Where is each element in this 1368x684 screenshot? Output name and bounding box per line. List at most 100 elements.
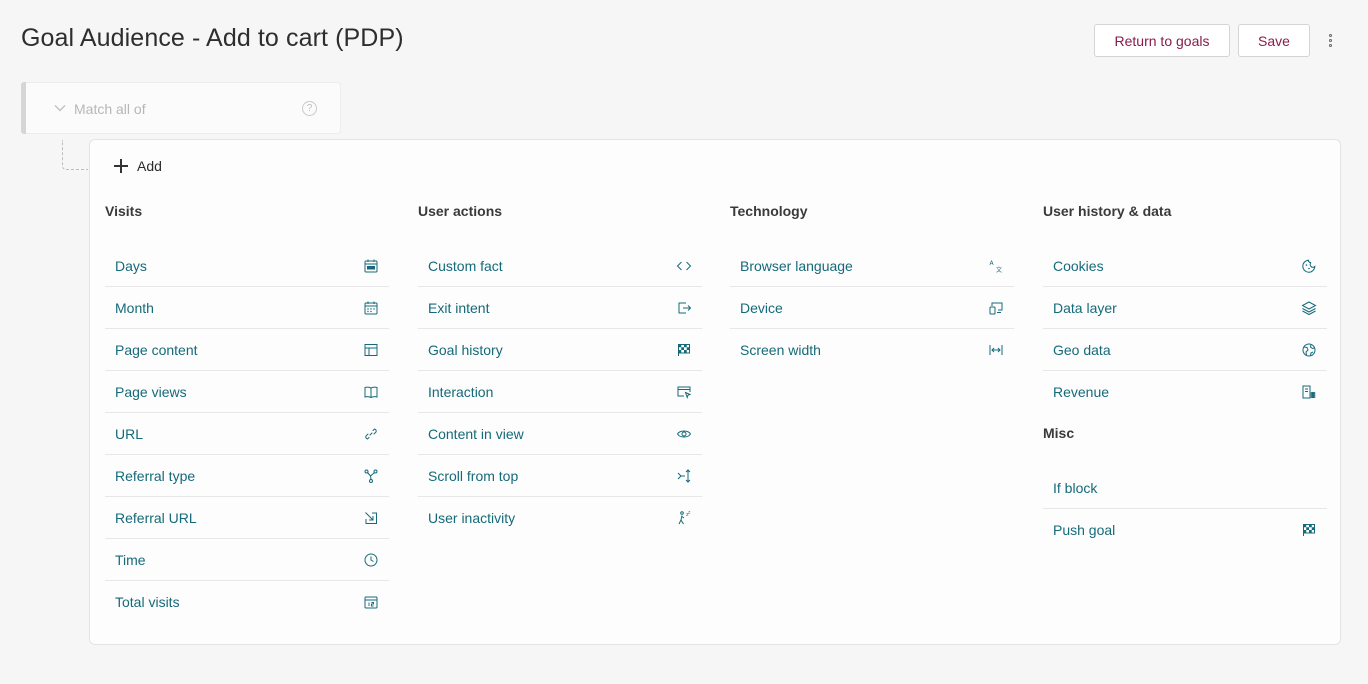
add-button[interactable]: Add xyxy=(114,158,162,174)
condition-item-total-visits[interactable]: Total visits xyxy=(105,581,389,623)
arrow-in-icon xyxy=(363,510,379,526)
condition-item-user-inactivity[interactable]: User inactivity zz xyxy=(418,497,702,539)
layers-icon xyxy=(1301,300,1317,316)
item-label: Browser language xyxy=(740,257,853,274)
condition-item-exit-intent[interactable]: Exit intent xyxy=(418,287,702,329)
cookie-icon xyxy=(1301,258,1317,274)
item-label: Content in view xyxy=(428,425,524,442)
item-label: Total visits xyxy=(115,594,180,610)
column-visits: Visits Days Month Page content Page view… xyxy=(105,203,389,623)
devices-icon xyxy=(988,300,1004,316)
item-label: Month xyxy=(115,299,154,316)
item-label: Data layer xyxy=(1053,299,1117,316)
more-options-icon[interactable] xyxy=(1322,24,1338,57)
inactivity-icon: zz xyxy=(676,510,692,526)
condition-item-days[interactable]: Days xyxy=(105,245,389,287)
header-actions: Return to goals Save xyxy=(1094,24,1338,57)
chevron-down-icon[interactable] xyxy=(53,101,67,115)
calendar-icon xyxy=(363,300,379,316)
condition-item-scroll-from-top[interactable]: Scroll from top xyxy=(418,455,702,497)
revenue-icon xyxy=(1301,384,1317,400)
item-label: Revenue xyxy=(1053,384,1110,400)
add-label: Add xyxy=(137,158,162,174)
width-icon xyxy=(988,342,1004,358)
condition-item-push-goal[interactable]: Push goal xyxy=(1043,509,1327,551)
condition-item-referral-type[interactable]: Referral type xyxy=(105,455,389,497)
svg-text:文: 文 xyxy=(996,266,1002,274)
condition-item-page-content[interactable]: Page content xyxy=(105,329,389,371)
item-label: Scroll from top xyxy=(428,467,519,484)
item-label: Days xyxy=(115,257,147,274)
item-label: Goal history xyxy=(428,341,503,358)
layout-icon xyxy=(363,342,379,358)
condition-item-goal-history[interactable]: Goal history xyxy=(418,329,702,371)
cursor-window-icon xyxy=(676,384,692,400)
item-label: Custom fact xyxy=(428,257,503,274)
code-icon xyxy=(676,258,692,274)
condition-item-cookies[interactable]: Cookies xyxy=(1043,245,1327,287)
item-label: Geo data xyxy=(1053,341,1111,358)
match-box[interactable]: Match all of ? xyxy=(26,82,341,134)
scroll-icon xyxy=(676,468,692,484)
network-icon xyxy=(363,468,379,484)
flag-icon xyxy=(676,342,692,358)
calendar-day-icon xyxy=(363,258,379,274)
item-label: Exit intent xyxy=(428,299,490,316)
item-label: Referral URL xyxy=(115,509,197,526)
globe-icon xyxy=(1301,342,1317,358)
book-icon xyxy=(363,384,379,400)
link-icon xyxy=(363,426,379,442)
help-icon[interactable]: ? xyxy=(302,101,317,116)
item-label: Cookies xyxy=(1053,257,1104,274)
column-title: User history & data xyxy=(1043,203,1172,219)
translate-icon: A文 xyxy=(988,258,1004,274)
column-title: Technology xyxy=(730,203,808,219)
page-title: Goal Audience - Add to cart (PDP) xyxy=(21,24,404,52)
clock-icon xyxy=(363,552,379,568)
condition-item-month[interactable]: Month xyxy=(105,287,389,329)
condition-item-interaction[interactable]: Interaction xyxy=(418,371,702,413)
exit-icon xyxy=(676,300,692,316)
item-label: User inactivity xyxy=(428,510,516,526)
condition-item-custom-fact[interactable]: Custom fact xyxy=(418,245,702,287)
item-label: Page content xyxy=(115,341,198,358)
condition-item-geo-data[interactable]: Geo data xyxy=(1043,329,1327,371)
condition-item-referral-url[interactable]: Referral URL xyxy=(105,497,389,539)
column-title-misc: Misc xyxy=(1043,425,1075,441)
condition-item-browser-language[interactable]: Browser language A文 xyxy=(730,245,1014,287)
column-title: Visits xyxy=(105,203,143,219)
tree-connector xyxy=(62,140,88,170)
item-label: Referral type xyxy=(115,467,196,484)
condition-item-page-views[interactable]: Page views xyxy=(105,371,389,413)
condition-item-device[interactable]: Device xyxy=(730,287,1014,329)
condition-item-if-block[interactable]: If block xyxy=(1043,467,1327,509)
svg-text:z: z xyxy=(688,510,690,515)
item-label: Time xyxy=(115,551,146,568)
column-title: User actions xyxy=(418,203,503,219)
item-label: Page views xyxy=(115,383,187,400)
item-label: URL xyxy=(115,425,144,442)
condition-item-url[interactable]: URL xyxy=(105,413,389,455)
column-technology: Technology Browser language A文 Device Sc… xyxy=(730,203,1014,371)
condition-item-data-layer[interactable]: Data layer xyxy=(1043,287,1327,329)
column-user-history: User history & data Cookies Data layer G… xyxy=(1043,203,1327,551)
calendar-12-icon xyxy=(363,594,379,610)
svg-text:A: A xyxy=(990,260,995,267)
item-label: Interaction xyxy=(428,383,494,400)
item-label: Device xyxy=(740,299,783,316)
match-label: Match all of xyxy=(74,101,146,117)
match-block[interactable]: Match all of ? xyxy=(21,82,341,134)
flag-icon xyxy=(1301,522,1317,538)
condition-item-revenue[interactable]: Revenue xyxy=(1043,371,1327,413)
page: Goal Audience - Add to cart (PDP) Return… xyxy=(0,0,1368,684)
item-label: Screen width xyxy=(740,342,821,358)
item-label: Push goal xyxy=(1053,522,1116,538)
add-condition-panel: Add Visits Days Month Page content Page … xyxy=(89,139,1341,645)
condition-item-time[interactable]: Time xyxy=(105,539,389,581)
save-button[interactable]: Save xyxy=(1238,24,1310,57)
eye-icon xyxy=(676,426,692,442)
condition-item-content-in-view[interactable]: Content in view xyxy=(418,413,702,455)
condition-item-screen-width[interactable]: Screen width xyxy=(730,329,1014,371)
return-to-goals-button[interactable]: Return to goals xyxy=(1094,24,1230,57)
column-user-actions: User actions Custom fact Exit intent Goa… xyxy=(418,203,702,539)
